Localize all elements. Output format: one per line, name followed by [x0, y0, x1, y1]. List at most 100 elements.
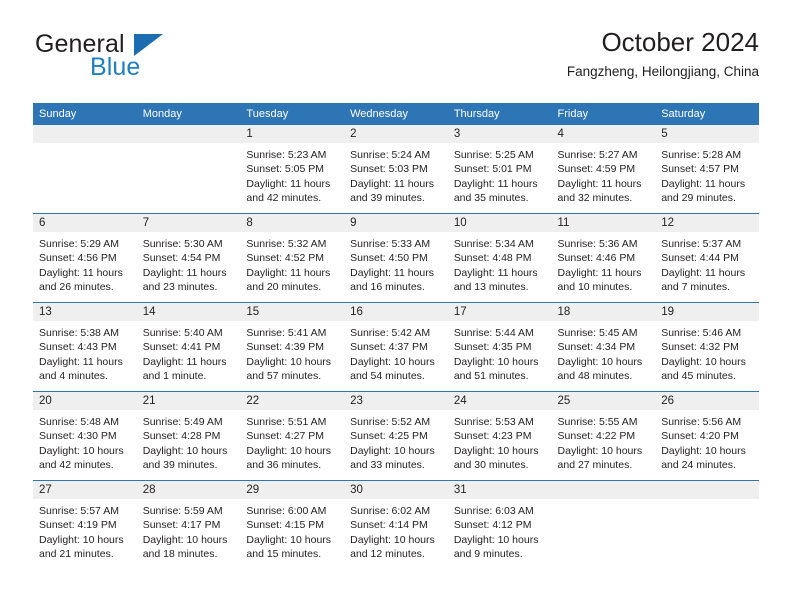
calendar-day-cell[interactable]: 26 Sunrise: 5:56 AM Sunset: 4:20 PM Dayligh… [655, 391, 759, 481]
sunset-text: Sunset: 4:30 PM [39, 430, 117, 443]
daylight-text: Daylight: 10 hours and 39 minutes. [142, 444, 228, 472]
sunrise-text: Sunrise: 5:23 AM [246, 149, 327, 161]
sunset-text: Sunset: 4:39 PM [246, 341, 325, 354]
sunrise-text: Sunrise: 5:37 AM [661, 238, 742, 250]
calendar-day-cell[interactable]: 23 Sunrise: 5:52 AM Sunset: 4:25 PM Dayligh… [344, 391, 448, 481]
calendar-day-cell[interactable]: 22 Sunrise: 5:51 AM Sunset: 4:27 PM Dayligh… [240, 391, 345, 481]
sunrise-text: Sunrise: 5:32 AM [246, 238, 327, 250]
day-cell-inner: 5 Sunrise: 5:28 AM Sunset: 4:57 PM Daylight… [655, 125, 759, 213]
daylight-text: Daylight: 10 hours and 33 minutes. [350, 444, 435, 472]
calendar-day-cell[interactable]: 5 Sunrise: 5:28 AM Sunset: 4:57 PM Daylight… [655, 125, 759, 214]
daylight-text: Daylight: 10 hours and 9 minutes. [453, 533, 539, 561]
day-details: Sunrise: 5:55 AM Sunset: 4:22 PM Daylight:… [552, 410, 656, 473]
calendar-day-cell[interactable]: 2 Sunrise: 5:24 AM Sunset: 5:03 PM Daylight… [344, 125, 448, 214]
calendar-day-cell[interactable]: 14 Sunrise: 5:40 AM Sunset: 4:41 PM Dayligh… [136, 302, 241, 392]
day-cell-inner: 18 Sunrise: 5:45 AM Sunset: 4:34 PM Dayligh… [551, 303, 656, 391]
sunset-text: Sunset: 4:35 PM [453, 341, 532, 354]
sunrise-text: Sunrise: 6:03 AM [453, 505, 534, 517]
daylight-text: Daylight: 11 hours and 39 minutes. [350, 177, 434, 205]
calendar-day-cell[interactable]: 21 Sunrise: 5:49 AM Sunset: 4:28 PM Dayligh… [136, 391, 241, 481]
calendar-day-cell[interactable]: 19 Sunrise: 5:46 AM Sunset: 4:32 PM Dayligh… [655, 302, 759, 392]
calendar-day-cell[interactable]: 7 Sunrise: 5:30 AM Sunset: 4:54 PM Daylight… [136, 213, 241, 303]
day-number: 11 [551, 214, 656, 232]
day-details: Sunrise: 5:34 AM Sunset: 4:48 PM Daylight:… [448, 232, 552, 295]
calendar-day-cell[interactable]: 25 Sunrise: 5:55 AM Sunset: 4:22 PM Dayligh… [551, 391, 656, 481]
daylight-text: Daylight: 11 hours and 23 minutes. [142, 266, 227, 294]
daylight-text: Daylight: 11 hours and 1 minute. [142, 355, 227, 383]
calendar-day-cell[interactable]: 16 Sunrise: 5:42 AM Sunset: 4:37 PM Dayligh… [344, 302, 448, 392]
day-details: Sunrise: 5:42 AM Sunset: 4:37 PM Daylight:… [344, 321, 448, 384]
day-number: 4 [551, 125, 656, 143]
day-details: Sunrise: 5:25 AM Sunset: 5:01 PM Daylight:… [448, 143, 552, 206]
sunset-text: Sunset: 4:20 PM [661, 430, 739, 443]
daylight-text: Daylight: 10 hours and 57 minutes. [246, 355, 332, 383]
calendar-day-cell[interactable]: 20 Sunrise: 5:48 AM Sunset: 4:30 PM Dayligh… [33, 391, 137, 481]
calendar-day-cell[interactable]: 17 Sunrise: 5:44 AM Sunset: 4:35 PM Dayligh… [447, 302, 552, 392]
day-number: 28 [136, 481, 241, 499]
calendar-day-cell[interactable]: 28 Sunrise: 5:59 AM Sunset: 4:17 PM Dayligh… [136, 480, 241, 569]
calendar-day-cell[interactable]: 27 Sunrise: 5:57 AM Sunset: 4:19 PM Dayligh… [33, 480, 137, 569]
calendar-day-cell[interactable]: 11 Sunrise: 5:36 AM Sunset: 4:46 PM Dayligh… [551, 213, 656, 303]
day-number: 26 [655, 392, 759, 410]
daylight-text: Daylight: 11 hours and 42 minutes. [246, 177, 331, 205]
day-cell-inner: 26 Sunrise: 5:56 AM Sunset: 4:20 PM Dayligh… [655, 392, 759, 480]
daylight-text: Daylight: 11 hours and 16 minutes. [350, 266, 434, 294]
day-number: 30 [344, 481, 448, 499]
calendar-day-cell[interactable]: 4 Sunrise: 5:27 AM Sunset: 4:59 PM Daylight… [551, 125, 656, 214]
day-number [551, 481, 656, 499]
day-number: 2 [344, 125, 448, 143]
day-cell-inner: 28 Sunrise: 5:59 AM Sunset: 4:17 PM Dayligh… [136, 481, 241, 569]
day-cell-inner: 25 Sunrise: 5:55 AM Sunset: 4:22 PM Dayligh… [551, 392, 656, 480]
day-cell-inner: 2 Sunrise: 5:24 AM Sunset: 5:03 PM Daylight… [344, 125, 448, 213]
calendar-day-cell-empty [551, 480, 656, 569]
sunset-text: Sunset: 4:44 PM [661, 252, 739, 265]
calendar-day-cell[interactable]: 6 Sunrise: 5:29 AM Sunset: 4:56 PM Daylight… [33, 213, 137, 303]
sunset-text: Sunset: 4:15 PM [246, 519, 325, 532]
sunset-text: Sunset: 4:59 PM [557, 163, 636, 176]
calendar-day-cell[interactable]: 29 Sunrise: 6:00 AM Sunset: 4:15 PM Dayligh… [240, 480, 345, 569]
day-cell-inner [33, 125, 137, 213]
calendar-day-cell[interactable]: 24 Sunrise: 5:53 AM Sunset: 4:23 PM Dayligh… [447, 391, 552, 481]
daylight-text: Daylight: 11 hours and 4 minutes. [39, 355, 123, 383]
weekday-header-tuesday: Tuesday [240, 103, 345, 125]
calendar-day-cell[interactable]: 15 Sunrise: 5:41 AM Sunset: 4:39 PM Dayligh… [240, 302, 345, 392]
day-details [655, 499, 759, 504]
calendar-day-cell[interactable]: 31 Sunrise: 6:03 AM Sunset: 4:12 PM Dayligh… [447, 480, 552, 569]
calendar-day-cell[interactable]: 10 Sunrise: 5:34 AM Sunset: 4:48 PM Dayligh… [447, 213, 552, 303]
day-cell-inner: 10 Sunrise: 5:34 AM Sunset: 4:48 PM Dayligh… [447, 214, 552, 302]
sunrise-text: Sunrise: 5:38 AM [39, 327, 119, 339]
day-number: 31 [447, 481, 552, 499]
sunrise-text: Sunrise: 5:59 AM [142, 505, 223, 517]
sunrise-text: Sunrise: 5:34 AM [453, 238, 534, 250]
sunrise-text: Sunrise: 5:24 AM [350, 149, 431, 161]
daylight-text: Daylight: 10 hours and 21 minutes. [39, 533, 124, 561]
calendar-day-cell[interactable]: 8 Sunrise: 5:32 AM Sunset: 4:52 PM Daylight… [240, 213, 345, 303]
sunrise-text: Sunrise: 5:45 AM [557, 327, 638, 339]
daylight-text: Daylight: 11 hours and 7 minutes. [661, 266, 746, 294]
sunrise-text: Sunrise: 5:46 AM [661, 327, 742, 339]
day-details: Sunrise: 5:29 AM Sunset: 4:56 PM Daylight:… [33, 232, 137, 295]
day-cell-inner: 29 Sunrise: 6:00 AM Sunset: 4:15 PM Dayligh… [240, 481, 345, 569]
calendar-day-cell[interactable]: 3 Sunrise: 5:25 AM Sunset: 5:01 PM Daylight… [447, 125, 552, 214]
daylight-text: Daylight: 11 hours and 35 minutes. [453, 177, 538, 205]
daylight-text: Daylight: 10 hours and 27 minutes. [557, 444, 643, 472]
sunset-text: Sunset: 4:50 PM [350, 252, 428, 265]
day-cell-inner: 30 Sunrise: 6:02 AM Sunset: 4:14 PM Dayligh… [344, 481, 448, 569]
day-details: Sunrise: 5:37 AM Sunset: 4:44 PM Daylight:… [655, 232, 759, 295]
sunset-text: Sunset: 5:01 PM [453, 163, 532, 176]
daylight-text: Daylight: 10 hours and 54 minutes. [350, 355, 435, 383]
day-cell-inner: 23 Sunrise: 5:52 AM Sunset: 4:25 PM Dayligh… [344, 392, 448, 480]
brand-logo[interactable]: General Blue [33, 28, 293, 88]
calendar-day-cell[interactable]: 13 Sunrise: 5:38 AM Sunset: 4:43 PM Dayligh… [33, 302, 137, 392]
sunrise-text: Sunrise: 5:36 AM [557, 238, 638, 250]
calendar-day-cell[interactable]: 18 Sunrise: 5:45 AM Sunset: 4:34 PM Dayligh… [551, 302, 656, 392]
sunrise-text: Sunrise: 5:25 AM [453, 149, 534, 161]
calendar-day-cell[interactable]: 12 Sunrise: 5:37 AM Sunset: 4:44 PM Dayligh… [655, 213, 759, 303]
sunrise-text: Sunrise: 5:30 AM [142, 238, 223, 250]
calendar-day-cell[interactable]: 1 Sunrise: 5:23 AM Sunset: 5:05 PM Daylight… [240, 125, 345, 214]
sunrise-text: Sunrise: 6:02 AM [350, 505, 431, 517]
calendar-day-cell[interactable]: 9 Sunrise: 5:33 AM Sunset: 4:50 PM Daylight… [344, 213, 448, 303]
day-number: 5 [655, 125, 759, 143]
title-block: October 2024 Fangzheng, Heilongjiang, Ch… [567, 27, 759, 79]
calendar-day-cell[interactable]: 30 Sunrise: 6:02 AM Sunset: 4:14 PM Dayligh… [344, 480, 448, 569]
